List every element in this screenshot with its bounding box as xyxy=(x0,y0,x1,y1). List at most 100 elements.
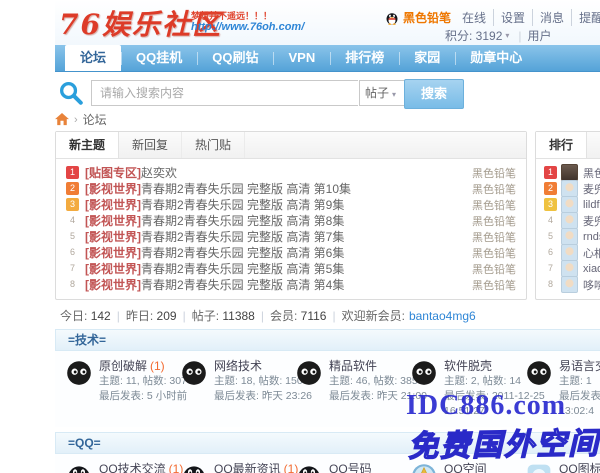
qq-penguin-icon[interactable] xyxy=(65,462,93,473)
forum-link[interactable]: QQ最新资讯 xyxy=(214,462,281,473)
nav-tab-qq-diamond[interactable]: QQ刷钻 xyxy=(197,45,273,71)
avatar[interactable] xyxy=(561,244,578,261)
thread-category[interactable]: [影视世界] xyxy=(85,198,141,212)
black-ball-icon[interactable] xyxy=(525,359,553,387)
avatar[interactable] xyxy=(561,164,578,181)
forum-lastpost[interactable]: 最后发表: 昨天 21:00 xyxy=(329,389,410,404)
thread-category[interactable]: [影视世界] xyxy=(85,182,141,196)
thread-category[interactable]: [影视世界] xyxy=(85,246,141,260)
black-ball-icon[interactable] xyxy=(295,359,323,387)
member-row[interactable]: 8 哆嗦星 xyxy=(544,277,600,292)
thread-link[interactable]: [影视世界]青春期2青春失乐园 完整版 高清 第8集 xyxy=(85,212,472,229)
credit-value[interactable]: 积分: 3192 xyxy=(445,27,502,44)
forum-link[interactable]: QQ号码 xyxy=(329,462,372,473)
user-more-link[interactable]: 用户 xyxy=(528,27,552,44)
thread-row[interactable]: 7 [影视世界]青春期2青春失乐园 完整版 高清 第5集 黑色铅笔 xyxy=(66,261,516,276)
thread-author[interactable]: 黑色铅笔 xyxy=(472,245,516,261)
nav-tab-vpn[interactable]: VPN xyxy=(273,45,330,71)
member-name[interactable]: 哆嗦星 xyxy=(583,277,600,293)
forum-block[interactable]: 网络技术 主题: 18, 帖数: 150 最后发表: 昨天 23:26 xyxy=(180,359,295,419)
thread-row[interactable]: 2 [影视世界]青春期2青春失乐园 完整版 高清 第10集 黑色铅笔 xyxy=(66,181,516,196)
forum-lastpost[interactable]: 最后发表: 昨天 23:26 xyxy=(214,389,295,404)
thread-row[interactable]: 5 [影视世界]青春期2青春失乐园 完整版 高清 第7集 黑色铅笔 xyxy=(66,229,516,244)
thread-row[interactable]: 3 [影视世界]青春期2青春失乐园 完整版 高清 第9集 黑色铅笔 xyxy=(66,197,516,212)
forum-lastpost[interactable]: 最后发表: 5 小时前 xyxy=(99,389,180,404)
member-name[interactable]: 麦兜、_A姐 xyxy=(583,213,600,229)
thread-link[interactable]: [影视世界]青春期2青春失乐园 完整版 高清 第9集 xyxy=(85,196,472,213)
thread-author[interactable]: 黑色铅笔 xyxy=(472,277,516,293)
section-header-tech[interactable]: =技术= xyxy=(55,329,600,351)
nav-tab-forum[interactable]: 论坛 xyxy=(65,45,121,71)
thread-row[interactable]: 6 [影视世界]青春期2青春失乐园 完整版 高清 第6集 黑色铅笔 xyxy=(66,245,516,260)
current-username[interactable]: 黑色铅笔 xyxy=(403,9,451,26)
thread-author[interactable]: 黑色铅笔 xyxy=(472,213,516,229)
thread-title[interactable]: 青春期2青春失乐园 完整版 高清 第7集 xyxy=(141,230,344,244)
nav-tab-qq-hangup[interactable]: QQ挂机 xyxy=(121,45,197,71)
member-row[interactable]: 4 麦兜、_A姐 xyxy=(544,213,600,228)
thread-row[interactable]: 1 [贴图专区]赵奕欢 黑色铅笔 xyxy=(66,165,516,180)
home-icon[interactable] xyxy=(55,113,69,126)
thread-title[interactable]: 青春期2青春失乐园 完整版 高清 第9集 xyxy=(141,198,344,212)
forum-block[interactable]: 精品软件 主题: 46, 帖数: 385 最后发表: 昨天 21:00 xyxy=(295,359,410,419)
avatar[interactable] xyxy=(561,276,578,293)
thread-category[interactable]: [影视世界] xyxy=(85,262,141,276)
nav-tab-home[interactable]: 家园 xyxy=(399,45,455,71)
member-name[interactable]: rndsq xyxy=(583,231,600,243)
thread-category[interactable]: [贴图专区] xyxy=(85,166,141,180)
tab-new-members[interactable]: 新会员 xyxy=(587,132,600,158)
menu-item-messages[interactable]: 消息 xyxy=(532,9,571,26)
avatar[interactable] xyxy=(561,228,578,245)
thread-link[interactable]: [影视世界]青春期2青春失乐园 完整版 高清 第7集 xyxy=(85,228,472,245)
forum-block[interactable]: QQ图标 主题: 4 最后发表: 22:38:0 xyxy=(525,462,600,473)
forum-block[interactable]: 原创破解(1) 主题: 11, 帖数: 307 最后发表: 5 小时前 xyxy=(65,359,180,419)
thread-author[interactable]: 黑色铅笔 xyxy=(472,181,516,197)
forum-block[interactable]: QQ号码 主题: 11, 帖数: 134 最后发表: 昨天 11:05 xyxy=(295,462,410,473)
forum-link[interactable]: 网络技术 xyxy=(214,359,262,373)
thread-category[interactable]: [影视世界] xyxy=(85,214,141,228)
qq-penguin-icon[interactable] xyxy=(295,462,323,473)
tab-new-threads[interactable]: 新主题 xyxy=(56,132,119,158)
search-button[interactable]: 搜索 xyxy=(404,79,464,109)
thread-title[interactable]: 青春期2青春失乐园 完整版 高清 第5集 xyxy=(141,262,344,276)
black-ball-icon[interactable] xyxy=(65,359,93,387)
qq-penguin-icon[interactable] xyxy=(180,462,208,473)
member-name[interactable]: lildfgs xyxy=(583,199,600,211)
menu-item-settings[interactable]: 设置 xyxy=(493,9,532,26)
welcome-user-link[interactable]: bantao4mg6 xyxy=(409,309,476,323)
thread-author[interactable]: 黑色铅笔 xyxy=(472,261,516,277)
thread-link[interactable]: [影视世界]青春期2青春失乐园 完整版 高清 第6集 xyxy=(85,244,472,261)
thread-title[interactable]: 青春期2青春失乐园 完整版 高清 第4集 xyxy=(141,278,344,292)
thread-row[interactable]: 8 [影视世界]青春期2青春失乐园 完整版 高清 第4集 黑色铅笔 xyxy=(66,277,516,292)
avatar[interactable] xyxy=(561,196,578,213)
forum-block[interactable]: QQ技术交流(1) 主题: 183, 帖数: 1462 最后发表: 5 小时前 xyxy=(65,462,180,473)
thread-title[interactable]: 青春期2青春失乐园 完整版 高清 第8集 xyxy=(141,214,344,228)
search-type-select[interactable]: 帖子▾ xyxy=(359,80,405,106)
thread-link[interactable]: [影视世界]青春期2青春失乐园 完整版 高清 第5集 xyxy=(85,260,472,277)
thread-link[interactable]: [贴图专区]赵奕欢 xyxy=(85,164,472,181)
search-input[interactable] xyxy=(91,80,358,106)
tab-hot-posts[interactable]: 热门贴 xyxy=(182,132,245,158)
member-row[interactable]: 2 麦兜...小峰 xyxy=(544,181,600,196)
forum-block[interactable]: QQ最新资讯(1) 主题: 43, 帖数: 200 最后发表: 5 小时前 xyxy=(180,462,295,473)
thread-row[interactable]: 4 [影视世界]青春期2青春失乐园 完整版 高清 第8集 黑色铅笔 xyxy=(66,213,516,228)
tab-ranking[interactable]: 排行 xyxy=(536,132,587,158)
nav-tab-ranking[interactable]: 排行榜 xyxy=(330,45,399,71)
thread-category[interactable]: [影视世界] xyxy=(85,278,141,292)
avatar[interactable] xyxy=(561,180,578,197)
thread-title[interactable]: 青春期2青春失乐园 完整版 高清 第6集 xyxy=(141,246,344,260)
chevron-down-icon[interactable]: ▾ xyxy=(505,31,509,40)
thread-link[interactable]: [影视世界]青春期2青春失乐园 完整版 高清 第4集 xyxy=(85,276,472,293)
forum-link[interactable]: QQ技术交流 xyxy=(99,462,166,473)
member-row[interactable]: 1 黑色铅笔 xyxy=(544,165,600,180)
member-row[interactable]: 7 xiaoxing123 xyxy=(544,261,600,276)
member-row[interactable]: 3 lildfgs xyxy=(544,197,600,212)
thread-author[interactable]: 黑色铅笔 xyxy=(472,197,516,213)
thread-author[interactable]: 黑色铅笔 xyxy=(472,229,516,245)
member-row[interactable]: 5 rndsq xyxy=(544,229,600,244)
thread-author[interactable]: 黑色铅笔 xyxy=(472,165,516,181)
avatar[interactable] xyxy=(561,260,578,277)
forum-link[interactable]: 易语言交流 xyxy=(559,359,600,373)
menu-item-online[interactable]: 在线 xyxy=(455,9,493,26)
site-url[interactable]: http://www.76oh.com/ xyxy=(191,21,304,33)
black-ball-icon[interactable] xyxy=(180,359,208,387)
